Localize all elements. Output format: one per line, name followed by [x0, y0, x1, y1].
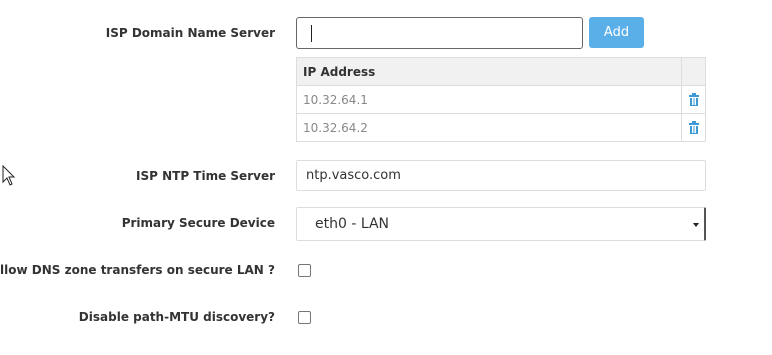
chevron-down-icon: [693, 223, 699, 227]
ip-cell: 10.32.64.2: [296, 113, 682, 142]
delete-cell: [681, 85, 706, 114]
device-label: Primary Secure Device: [121, 216, 275, 230]
dns-label: ISP Domain Name Server: [105, 26, 275, 40]
mtu-label: Disable path-MTU discovery?: [78, 310, 275, 324]
text-caret: [311, 25, 312, 42]
table-row: 10.32.64.2: [296, 113, 706, 142]
device-select[interactable]: eth0 - LAN: [296, 207, 706, 241]
trash-icon[interactable]: [688, 93, 699, 106]
add-dns-button[interactable]: Add: [589, 17, 644, 48]
mouse-cursor-icon: [2, 165, 16, 186]
device-select-value: eth0 - LAN: [315, 216, 390, 232]
ntp-label: ISP NTP Time Server: [136, 169, 275, 183]
mtu-checkbox[interactable]: [298, 311, 311, 324]
trash-icon[interactable]: [688, 121, 699, 134]
ntp-input[interactable]: [296, 160, 706, 191]
delete-cell: [681, 113, 706, 142]
dns-zone-checkbox[interactable]: [298, 264, 311, 277]
ip-cell: 10.32.64.1: [296, 85, 682, 114]
ip-address-header: IP Address: [296, 57, 682, 86]
ip-address-table: IP Address 10.32.64.1 10.32.64.2: [296, 57, 706, 142]
table-row: 10.32.64.1: [296, 85, 706, 114]
table-header-row: IP Address: [296, 57, 706, 86]
dns-zone-label: Allow DNS zone transfers on secure LAN ?: [0, 263, 275, 277]
dns-input[interactable]: [296, 17, 583, 49]
actions-header: [681, 57, 706, 86]
